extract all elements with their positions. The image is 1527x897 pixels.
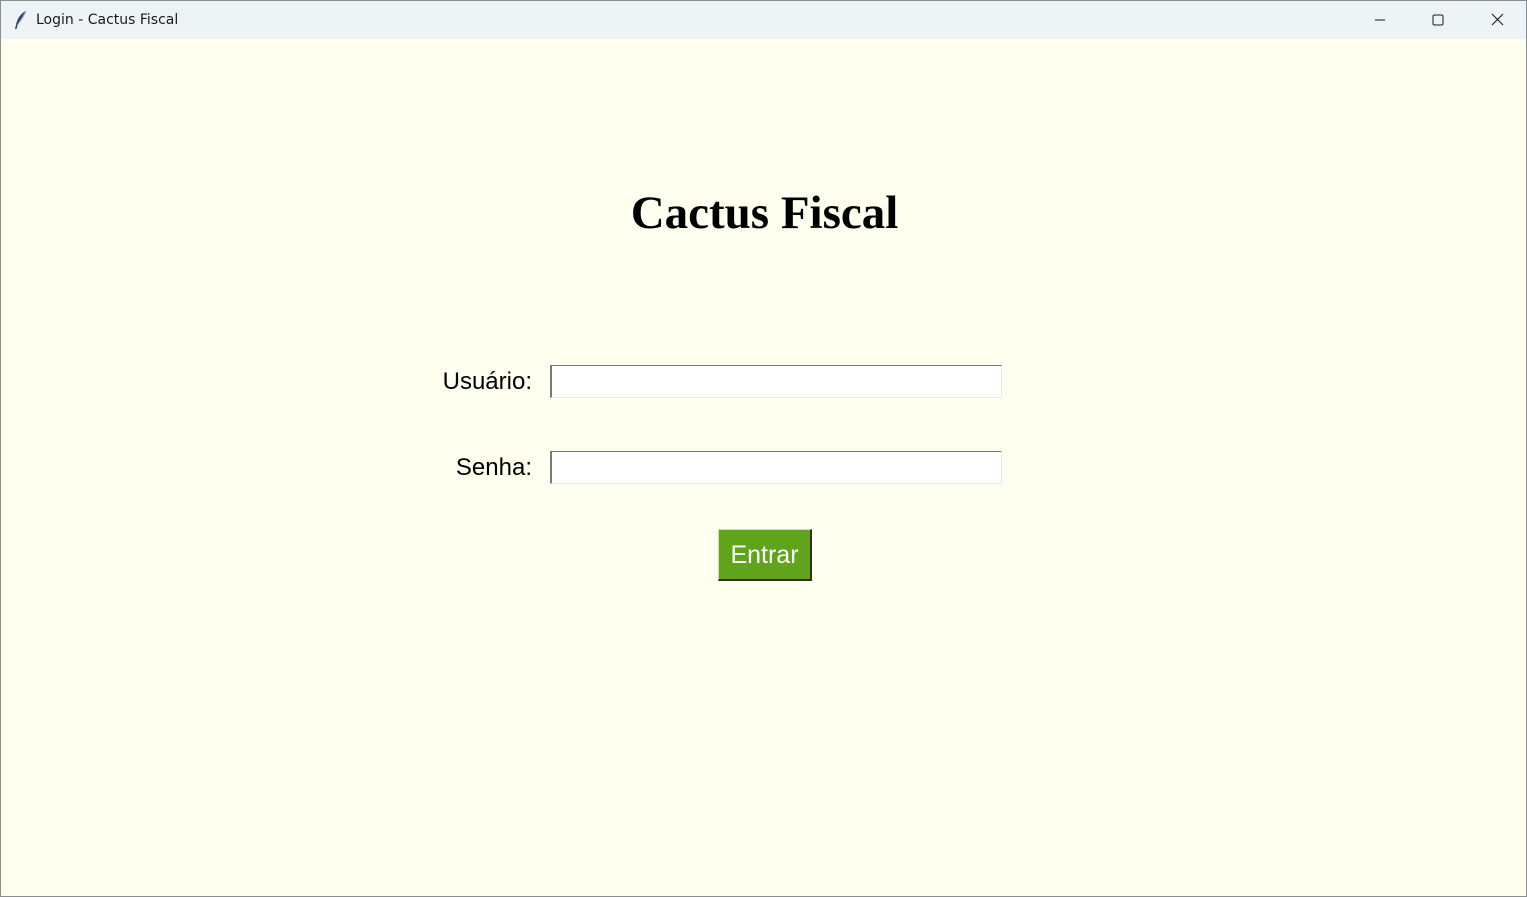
window-title: Login - Cactus Fiscal	[36, 12, 179, 28]
username-label: Usuário:	[442, 368, 532, 395]
login-button[interactable]: Entrar	[718, 529, 812, 581]
username-field[interactable]	[550, 365, 1002, 398]
password-field[interactable]	[550, 451, 1002, 484]
maximize-button[interactable]	[1409, 1, 1467, 39]
feather-icon	[13, 10, 29, 30]
maximize-icon	[1432, 11, 1444, 30]
password-label: Senha:	[455, 454, 532, 481]
login-window: Login - Cactus Fiscal Cactus Fiscal Usuá…	[0, 0, 1527, 897]
minimize-icon	[1374, 11, 1386, 30]
page-title: Cactus Fiscal	[630, 187, 899, 239]
minimize-button[interactable]	[1351, 1, 1409, 39]
close-button[interactable]	[1468, 1, 1526, 39]
close-icon	[1491, 11, 1504, 30]
login-form: Cactus Fiscal Usuário: Senha: Entrar	[1, 39, 1526, 896]
title-bar[interactable]: Login - Cactus Fiscal	[1, 1, 1526, 39]
